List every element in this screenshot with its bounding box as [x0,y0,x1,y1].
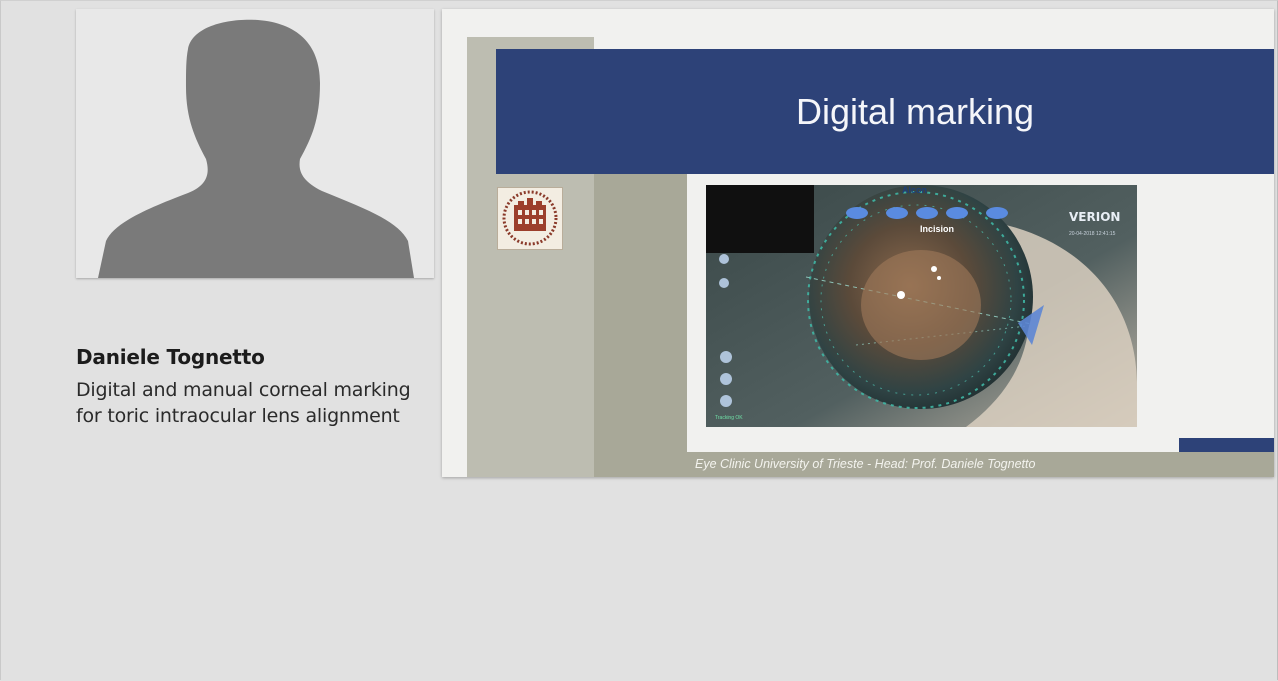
surgical-video-frame: Incision Alcon VERION 20-04-2018 12:41:1… [706,185,1137,427]
slide-footer: Eye Clinic University of Trieste - Head:… [695,457,1036,471]
speaker-info: Daniele Tognetto Digital and manual corn… [76,345,436,429]
video-system-name: VERION [1069,210,1120,224]
speaker-avatar [76,9,434,278]
video-tracking-status: Tracking OK [715,415,743,421]
video-brand: Alcon [902,185,927,195]
university-crest-icon [497,187,563,250]
talk-title: Digital and manual corneal marking for t… [76,377,436,429]
slide-middle-strip [594,174,687,477]
avatar-silhouette-icon [98,19,414,278]
slide-blue-tab [1179,438,1274,452]
slide-title: Digital marking [796,91,1035,132]
speaker-name: Daniele Tognetto [76,345,265,369]
video-overlay-label: Incision [920,224,954,234]
talk-title-line-2: for toric intraocular lens alignment [76,405,400,427]
video-timestamp: 20-04-2018 12:41:15 [1069,231,1116,237]
talk-title-line-1: Digital and manual corneal marking [76,379,411,401]
presentation-slide: Digital marking Incision Alcon VERION 20… [442,9,1274,477]
